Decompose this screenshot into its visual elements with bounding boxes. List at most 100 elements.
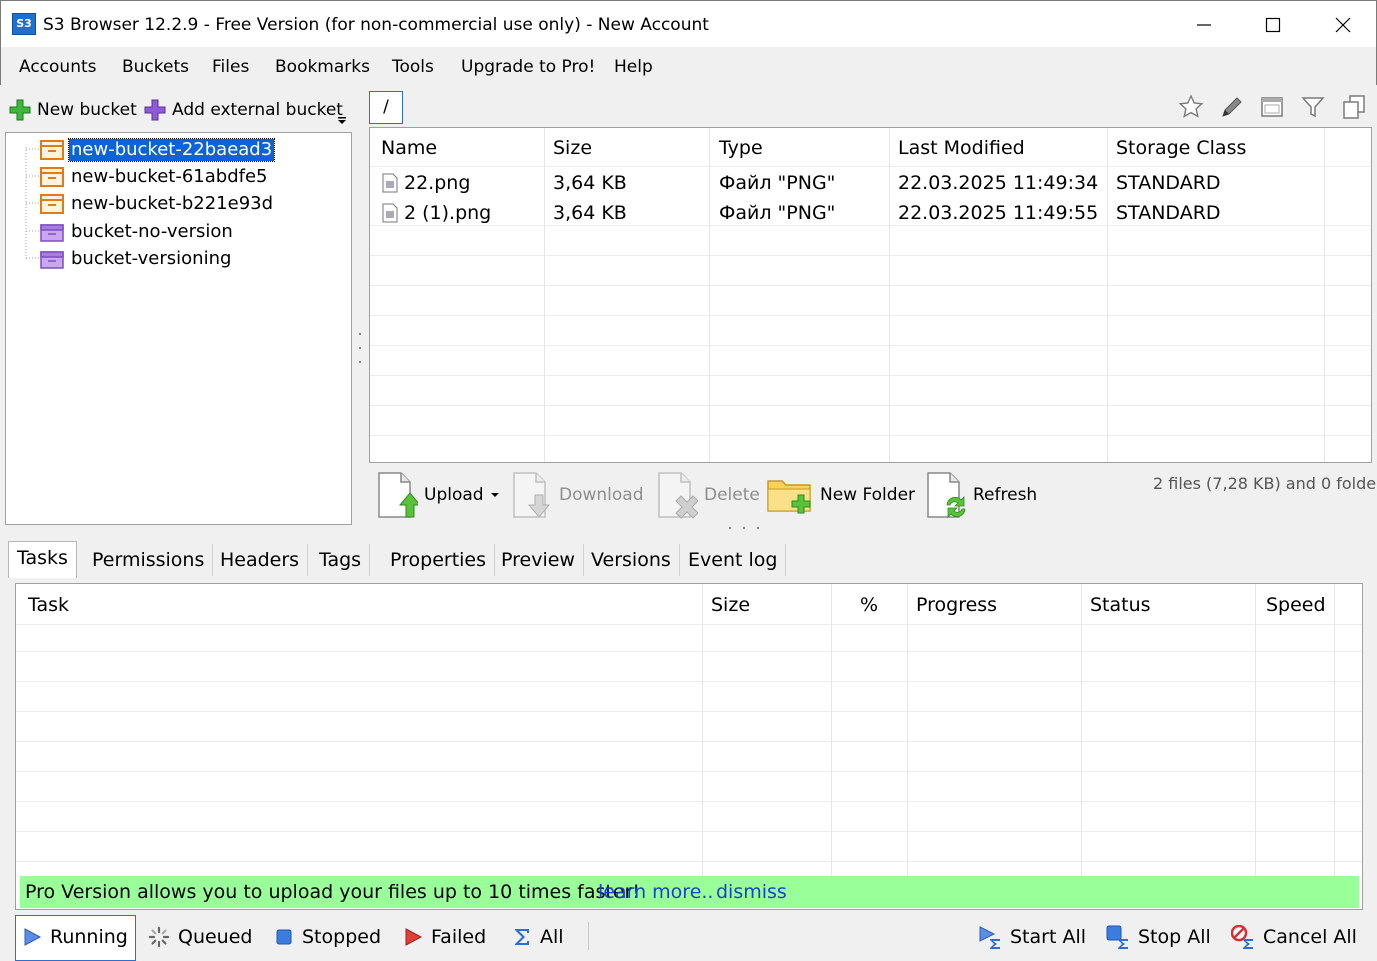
- column-header-size[interactable]: Size: [711, 593, 750, 617]
- star-icon: [1178, 94, 1204, 118]
- tab-tags[interactable]: Tags: [311, 544, 371, 576]
- upload-label: Upload: [424, 485, 484, 505]
- toolbar-overflow-button[interactable]: [336, 114, 348, 126]
- stop-all-icon: [1106, 925, 1128, 949]
- col-divider: [702, 584, 703, 876]
- queued-label: Queued: [178, 926, 253, 948]
- column-header-name[interactable]: Name: [381, 136, 437, 160]
- table-row[interactable]: 2 (1).png 3,64 KB Файл "PNG" 22.03.2025 …: [370, 198, 1371, 228]
- all-label: All: [540, 926, 564, 948]
- file-modified: 22.03.2025 11:49:55: [898, 202, 1099, 224]
- title-bar: S3 S3 Browser 12.2.9 - Free Version (for…: [0, 0, 1377, 47]
- tree-item-label: new-bucket-61abdfe5: [71, 165, 268, 187]
- tab-permissions[interactable]: Permissions: [84, 544, 214, 576]
- menu-buckets[interactable]: Buckets: [122, 56, 189, 78]
- new-folder-label: New Folder: [820, 485, 916, 505]
- tab-event-log[interactable]: Event log: [680, 544, 787, 576]
- path-field[interactable]: /: [369, 91, 403, 124]
- row-divider: [16, 741, 1362, 742]
- tree-item-bucket[interactable]: new-bucket-22baead3: [40, 137, 276, 162]
- menu-bar: Accounts Buckets Files Bookmarks Tools U…: [0, 47, 1377, 85]
- edit-path-button[interactable]: [1219, 94, 1245, 120]
- menu-tools[interactable]: Tools: [392, 56, 434, 78]
- file-size: 3,64 KB: [553, 172, 627, 194]
- tree-item-label: new-bucket-b221e93d: [71, 192, 274, 214]
- tab-tasks[interactable]: Tasks: [8, 541, 77, 578]
- delete-label: Delete: [704, 485, 760, 505]
- minimize-button[interactable]: [1169, 1, 1239, 48]
- toolbar-separator: [588, 922, 589, 950]
- view-button[interactable]: [1259, 94, 1285, 120]
- add-external-bucket-button[interactable]: Add external bucket: [143, 98, 343, 122]
- vertical-splitter[interactable]: [357, 330, 363, 370]
- file-list[interactable]: Name Size Type Last Modified Storage Cla…: [369, 127, 1372, 463]
- running-filter[interactable]: Running: [22, 920, 128, 954]
- tab-preview[interactable]: Preview: [493, 544, 584, 576]
- col-divider: [1081, 584, 1082, 876]
- sigma-icon: [515, 929, 529, 945]
- refresh-label: Refresh: [973, 485, 1038, 505]
- menu-files[interactable]: Files: [212, 56, 249, 78]
- filter-button[interactable]: [1300, 94, 1326, 120]
- upload-button[interactable]: Upload: [376, 470, 500, 520]
- tree-item-bucket[interactable]: bucket-versioning: [40, 246, 233, 271]
- tab-versions[interactable]: Versions: [583, 544, 680, 576]
- queued-filter[interactable]: Queued: [148, 920, 252, 954]
- menu-upgrade[interactable]: Upgrade to Pro!: [461, 56, 595, 78]
- stop-all-button[interactable]: Stop All: [1106, 920, 1211, 954]
- tree-item-bucket[interactable]: new-bucket-b221e93d: [40, 191, 275, 216]
- tree-item-bucket[interactable]: new-bucket-61abdfe5: [40, 164, 270, 189]
- add-external-bucket-label: Add external bucket: [172, 100, 343, 120]
- tab-properties[interactable]: Properties: [382, 544, 496, 576]
- menu-bookmarks[interactable]: Bookmarks: [275, 56, 370, 78]
- delete-button[interactable]: Delete: [656, 470, 760, 520]
- new-folder-button[interactable]: New Folder: [766, 470, 915, 520]
- bookmark-button[interactable]: [1178, 94, 1204, 120]
- stopped-filter[interactable]: Stopped: [274, 920, 381, 954]
- learn-more-link[interactable]: learn more..: [598, 880, 713, 904]
- column-header-last-modified[interactable]: Last Modified: [898, 136, 1025, 160]
- copy-icon: [1343, 95, 1365, 119]
- start-all-button[interactable]: Start All: [978, 920, 1086, 954]
- bucket-tree[interactable]: new-bucket-22baead3 new-bucket-61abdfe5 …: [5, 132, 352, 525]
- menu-accounts[interactable]: Accounts: [19, 56, 97, 78]
- close-button[interactable]: [1308, 1, 1377, 48]
- copy-button[interactable]: [1341, 94, 1367, 120]
- row-divider: [370, 435, 1371, 436]
- column-header-type[interactable]: Type: [719, 136, 763, 160]
- tab-headers[interactable]: Headers: [212, 544, 309, 576]
- pro-banner: Pro Version allows you to upload your fi…: [20, 876, 1359, 908]
- all-filter[interactable]: All: [512, 920, 564, 954]
- column-header-storage-class[interactable]: Storage Class: [1116, 136, 1246, 160]
- column-header-speed[interactable]: Speed: [1266, 593, 1326, 617]
- refresh-button[interactable]: Refresh: [925, 470, 1037, 520]
- row-divider: [16, 651, 1362, 652]
- pencil-icon: [1222, 97, 1242, 117]
- column-header-progress[interactable]: Progress: [916, 593, 997, 617]
- dismiss-link[interactable]: dismiss: [716, 880, 787, 904]
- files-summary: 2 files (7,28 KB) and 0 folders: [1153, 474, 1377, 493]
- column-header-task[interactable]: Task: [28, 593, 69, 617]
- row-divider: [370, 375, 1371, 376]
- failed-filter[interactable]: Failed: [403, 920, 486, 954]
- row-divider: [370, 345, 1371, 346]
- menu-help[interactable]: Help: [614, 56, 653, 78]
- bucket-orange-icon: [40, 166, 64, 187]
- stopped-label: Stopped: [302, 926, 382, 948]
- new-bucket-button[interactable]: New bucket: [8, 98, 137, 122]
- bucket-purple-icon: [40, 250, 64, 269]
- tree-item-bucket[interactable]: bucket-no-version: [40, 219, 235, 244]
- maximize-button[interactable]: [1238, 1, 1308, 48]
- table-row[interactable]: 22.png 3,64 KB Файл "PNG" 22.03.2025 11:…: [370, 168, 1371, 198]
- download-button[interactable]: Download: [511, 470, 644, 520]
- cancel-all-button[interactable]: Cancel All: [1231, 920, 1357, 954]
- bucket-orange-icon: [40, 193, 64, 214]
- tasks-list[interactable]: Task Size % Progress Status Speed Pro Ve…: [15, 583, 1363, 910]
- column-header-size[interactable]: Size: [553, 136, 592, 160]
- column-header-percent[interactable]: %: [860, 593, 878, 617]
- bucket-orange-icon: [40, 139, 64, 160]
- horizontal-splitter[interactable]: [726, 525, 766, 531]
- close-icon: [1335, 17, 1351, 32]
- failed-label: Failed: [431, 926, 487, 948]
- column-header-status[interactable]: Status: [1090, 593, 1151, 617]
